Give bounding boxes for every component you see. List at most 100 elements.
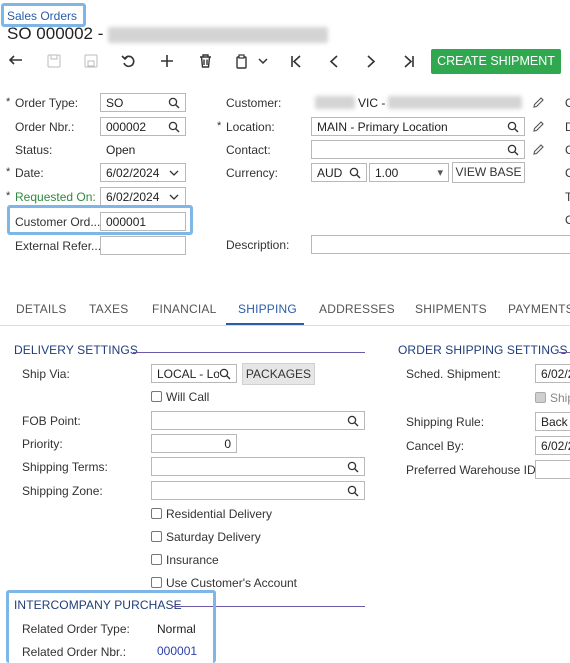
currency-rate-value: 1.00 <box>375 166 399 180</box>
sched-shipment-field[interactable]: 6/02/2 <box>535 364 570 383</box>
search-icon[interactable] <box>168 121 180 133</box>
requested-on-field[interactable]: 6/02/2024 <box>100 187 186 206</box>
save-close-icon[interactable] <box>82 52 100 70</box>
ship-via-value: LOCAL - Lo <box>157 367 220 381</box>
cancel-icon[interactable] <box>120 52 138 70</box>
contact-field[interactable] <box>311 140 525 159</box>
currency-label: Currency: <box>226 166 279 180</box>
search-icon[interactable] <box>507 121 519 133</box>
search-icon[interactable] <box>168 97 180 109</box>
create-shipment-button[interactable]: CREATE SHIPMENT <box>431 49 561 74</box>
packages-button[interactable]: PACKAGES <box>242 363 315 385</box>
fob-point-label: FOB Point: <box>22 414 81 428</box>
customer-name-redacted <box>108 27 328 43</box>
cancel-by-value: 6/02/2 <box>541 439 570 453</box>
shipping-terms-label: Shipping Terms: <box>22 460 108 474</box>
tab-shipping[interactable]: SHIPPING <box>238 302 297 316</box>
right-edge-label: C <box>565 143 570 157</box>
previous-record-icon[interactable] <box>325 52 343 70</box>
insurance-label: Insurance <box>166 553 219 567</box>
shipping-terms-field[interactable] <box>151 457 365 476</box>
ship-separately-checkbox[interactable] <box>535 392 546 403</box>
date-field[interactable]: 6/02/2024 <box>100 163 186 182</box>
next-record-icon[interactable] <box>362 52 380 70</box>
preferred-warehouse-field[interactable] <box>535 460 570 479</box>
customer-name-field-redacted <box>388 96 522 109</box>
chevron-down-icon[interactable] <box>168 191 180 203</box>
tab-financial[interactable]: FINANCIAL <box>152 302 216 316</box>
fob-point-field[interactable] <box>151 411 365 430</box>
location-field[interactable]: MAIN - Primary Location <box>311 117 525 136</box>
tab-payments[interactable]: PAYMENTS <box>508 302 570 316</box>
search-icon[interactable] <box>347 415 359 427</box>
first-record-icon[interactable] <box>287 52 305 70</box>
order-shipping-settings-divider <box>559 352 570 353</box>
dropdown-caret-icon[interactable]: ▾ <box>437 166 443 179</box>
contact-label: Contact: <box>226 143 271 157</box>
location-label: Location: <box>217 120 275 134</box>
search-icon[interactable] <box>347 461 359 473</box>
location-value: MAIN - Primary Location <box>317 120 448 134</box>
search-icon[interactable] <box>219 368 231 380</box>
order-type-label: Order Type: <box>6 96 78 110</box>
residential-delivery-checkbox[interactable] <box>151 508 162 519</box>
right-edge-label: O <box>565 96 570 110</box>
ship-separately-label: Ship <box>550 391 570 405</box>
delivery-settings-title: DELIVERY SETTINGS <box>14 343 138 357</box>
shipping-rule-field[interactable]: Back <box>535 412 570 431</box>
order-shipping-settings-title: ORDER SHIPPING SETTINGS <box>398 343 568 357</box>
will-call-checkbox[interactable] <box>151 391 162 402</box>
sched-shipment-value: 6/02/2 <box>541 367 570 381</box>
last-record-icon[interactable] <box>400 52 418 70</box>
view-base-button[interactable]: VIEW BASE <box>452 162 525 183</box>
will-call-label: Will Call <box>166 390 210 404</box>
tab-details[interactable]: DETAILS <box>16 302 67 316</box>
search-icon[interactable] <box>507 144 519 156</box>
ship-via-label: Ship Via: <box>22 367 70 381</box>
shipping-rule-label: Shipping Rule: <box>406 415 485 429</box>
chevron-down-icon[interactable] <box>254 52 272 70</box>
page-title: SO 000002 - <box>7 24 104 43</box>
order-type-value: SO <box>106 96 124 110</box>
insurance-checkbox[interactable] <box>151 554 162 565</box>
currency-code-field[interactable]: AUD <box>311 163 367 182</box>
order-nbr-value: 000002 <box>106 120 147 134</box>
right-edge-label: T <box>565 190 570 204</box>
edit-pencil-icon[interactable] <box>532 143 545 156</box>
external-ref-field[interactable] <box>100 236 186 255</box>
saturday-delivery-checkbox[interactable] <box>151 531 162 542</box>
search-icon[interactable] <box>347 485 359 497</box>
external-ref-label: External Refer... <box>15 239 102 253</box>
shipping-zone-field[interactable] <box>151 481 365 500</box>
order-nbr-label: Order Nbr.: <box>15 120 75 134</box>
tab-taxes[interactable]: TAXES <box>89 302 128 316</box>
tab-shipments[interactable]: SHIPMENTS <box>415 302 487 316</box>
edit-pencil-icon[interactable] <box>532 120 545 133</box>
order-nbr-field[interactable]: 000002 <box>100 117 186 136</box>
save-icon[interactable] <box>45 52 63 70</box>
requested-on-label: Requested On: <box>6 190 96 204</box>
copy-paste-icon[interactable] <box>233 52 251 70</box>
cancel-by-field[interactable]: 6/02/2 <box>535 436 570 455</box>
requested-on-value: 6/02/2024 <box>106 190 160 204</box>
currency-rate-field[interactable]: 1.00 ▾ <box>369 163 449 182</box>
status-label: Status: <box>15 143 53 157</box>
chevron-down-icon[interactable] <box>168 167 180 179</box>
priority-field[interactable]: 0 <box>151 434 237 453</box>
ship-via-field[interactable]: LOCAL - Lo <box>151 364 237 383</box>
edit-pencil-icon[interactable] <box>532 96 545 109</box>
undo-icon[interactable] <box>7 52 25 70</box>
description-field[interactable] <box>311 235 570 254</box>
use-customer-account-label: Use Customer's Account <box>166 576 298 590</box>
sched-shipment-label: Sched. Shipment: <box>406 367 501 381</box>
tab-addresses[interactable]: ADDRESSES <box>319 302 395 316</box>
add-icon[interactable] <box>158 52 176 70</box>
order-type-field[interactable]: SO <box>100 93 186 112</box>
customer-id-redacted <box>315 96 355 109</box>
customer-label: Customer: <box>226 96 282 110</box>
search-icon[interactable] <box>349 167 361 179</box>
preferred-warehouse-label: Preferred Warehouse ID: <box>406 463 539 477</box>
customer-value: VIC - <box>358 96 386 110</box>
use-customer-account-checkbox[interactable] <box>151 577 162 588</box>
delete-icon[interactable] <box>196 52 214 70</box>
